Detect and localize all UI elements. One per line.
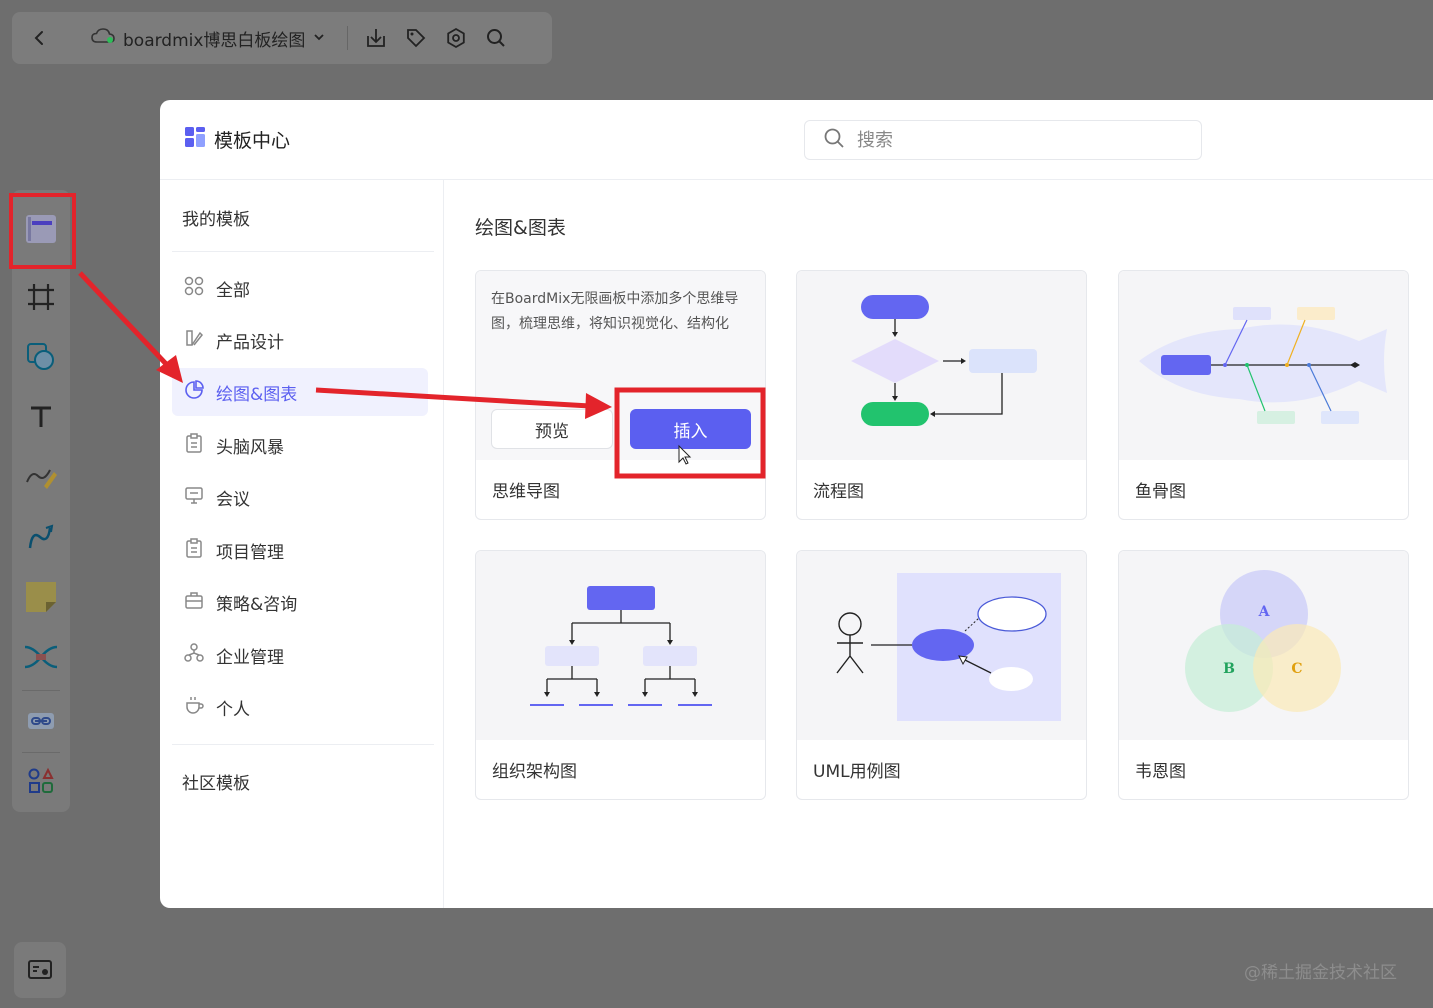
mindmap-icon[interactable] [20, 636, 62, 678]
card-thumbnail: A B C [1119, 551, 1408, 740]
category-sidebar: 我的模板 全部 产品设计 绘图&图表 头脑风暴 会议 项目管理 策略&咨询 企业… [160, 180, 444, 908]
connector-icon[interactable] [20, 516, 62, 558]
sidebar-item-strategy[interactable]: 策略&咨询 [172, 578, 428, 626]
template-card-uml[interactable]: UML用例图 [796, 550, 1087, 800]
file-name: boardmix博思白板绘图 [123, 30, 306, 51]
sidebar-item-label: 头脑风暴 [216, 437, 284, 458]
sidebar-item-label: 绘图&图表 [216, 384, 298, 405]
card-name: 流程图 [813, 482, 864, 502]
card-thumbnail [1119, 271, 1408, 460]
my-templates-link[interactable]: 我的模板 [182, 205, 250, 230]
toolbar-divider [68, 26, 69, 50]
clipboard-icon [184, 537, 204, 563]
venn-label-b: B [1223, 661, 1235, 677]
template-center-icon [184, 126, 206, 153]
card-name: UML用例图 [813, 762, 901, 782]
venn-label-c: C [1291, 661, 1302, 677]
template-card-mindmap[interactable]: 在BoardMix无限画板中添加多个思维导图，梳理思维，将知识视觉化、结构化 预… [475, 270, 766, 520]
rail-divider [22, 752, 60, 753]
cloud-icon [91, 27, 115, 49]
back-icon[interactable] [20, 18, 60, 58]
shape-icon[interactable] [20, 336, 62, 378]
toolbar-divider [347, 26, 349, 50]
modal-title-text: 模板中心 [214, 130, 291, 152]
sidebar-item-brainstorm[interactable]: 头脑风暴 [172, 421, 428, 469]
card-hover-panel: 在BoardMix无限画板中添加多个思维导图，梳理思维，将知识视觉化、结构化 预… [476, 271, 765, 460]
insert-button[interactable]: 插入 [630, 409, 751, 449]
design-icon [184, 328, 204, 353]
community-templates-link[interactable]: 社区模板 [182, 769, 250, 794]
card-thumbnail [797, 271, 1086, 460]
sidebar-item-label: 会议 [216, 489, 250, 510]
sidebar-item-label: 产品设计 [216, 332, 284, 353]
download-icon[interactable] [356, 18, 396, 58]
sidebar-item-product-design[interactable]: 产品设计 [172, 316, 428, 364]
card-name: 韦恩图 [1135, 762, 1186, 782]
template-card-flowchart[interactable]: 流程图 [796, 270, 1087, 520]
sidebar-item-label: 项目管理 [216, 542, 284, 563]
tag-icon[interactable] [396, 18, 436, 58]
search-icon [823, 127, 845, 153]
top-toolbar: boardmix博思白板绘图 [12, 12, 552, 64]
sidebar-divider [172, 744, 434, 745]
sticky-note-icon[interactable] [20, 576, 62, 618]
section-title: 绘图&图表 [475, 217, 566, 239]
sidebar-item-enterprise[interactable]: 企业管理 [172, 631, 428, 679]
pen-icon[interactable] [20, 456, 62, 498]
annotation-highlight-template-tool [9, 193, 76, 269]
card-name: 鱼骨图 [1135, 482, 1186, 502]
modal-header: 模板中心 [160, 100, 1433, 180]
template-card-fishbone[interactable]: 鱼骨图 [1118, 270, 1409, 520]
chart-icon [184, 379, 204, 405]
search-box[interactable] [804, 120, 1202, 160]
settings-icon[interactable] [436, 18, 476, 58]
preview-button[interactable]: 预览 [491, 409, 613, 449]
modal-title: 模板中心 [184, 126, 290, 153]
card-name: 思维导图 [492, 482, 560, 502]
sidebar-item-drawing-charts[interactable]: 绘图&图表 [172, 368, 428, 416]
search-icon[interactable] [476, 18, 516, 58]
template-card-orgchart[interactable]: 组织架构图 [475, 550, 766, 800]
briefcase-icon [184, 590, 204, 615]
rail-divider [22, 690, 60, 691]
coffee-icon [184, 695, 204, 720]
sidebar-item-label: 策略&咨询 [216, 594, 298, 615]
card-name: 组织架构图 [492, 762, 577, 782]
text-icon[interactable] [20, 396, 62, 438]
sidebar-item-project-management[interactable]: 项目管理 [172, 526, 428, 574]
template-center-modal: 模板中心 我的模板 全部 产品设计 绘图&图表 头脑风暴 [160, 100, 1433, 908]
meeting-icon [184, 485, 204, 510]
search-input[interactable] [857, 129, 1157, 151]
frame-icon[interactable] [20, 276, 62, 318]
sidebar-item-label: 企业管理 [216, 647, 284, 668]
card-thumbnail [476, 551, 765, 740]
sidebar-item-label: 个人 [216, 699, 250, 720]
sidebar-item-personal[interactable]: 个人 [172, 683, 428, 731]
sidebar-item-meeting[interactable]: 会议 [172, 473, 428, 521]
sidebar-item-label: 全部 [216, 280, 250, 301]
sidebar-item-all[interactable]: 全部 [172, 264, 428, 312]
card-description: 在BoardMix无限画板中添加多个思维导图，梳理思维，将知识视觉化、结构化 [491, 291, 739, 332]
sidebar-divider [172, 251, 434, 252]
grid-icon [184, 276, 204, 301]
more-tools-icon[interactable] [20, 760, 62, 802]
link-icon[interactable] [20, 700, 62, 742]
org-icon [184, 642, 204, 668]
template-content: 绘图&图表 在BoardMix无限画板中添加多个思维导图，梳理思维，将知识视觉化… [444, 180, 1433, 908]
clipboard-icon [184, 432, 204, 458]
venn-label-a: A [1258, 604, 1271, 620]
card-thumbnail [797, 551, 1086, 740]
watermark: @稀土掘金技术社区 [1244, 963, 1397, 983]
file-name-menu[interactable]: boardmix博思白板绘图 [77, 18, 339, 58]
tool-rail [12, 190, 70, 812]
chevron-down-icon [313, 28, 325, 48]
map-icon[interactable] [14, 942, 66, 998]
template-card-venn[interactable]: A B C 韦恩图 [1118, 550, 1409, 800]
